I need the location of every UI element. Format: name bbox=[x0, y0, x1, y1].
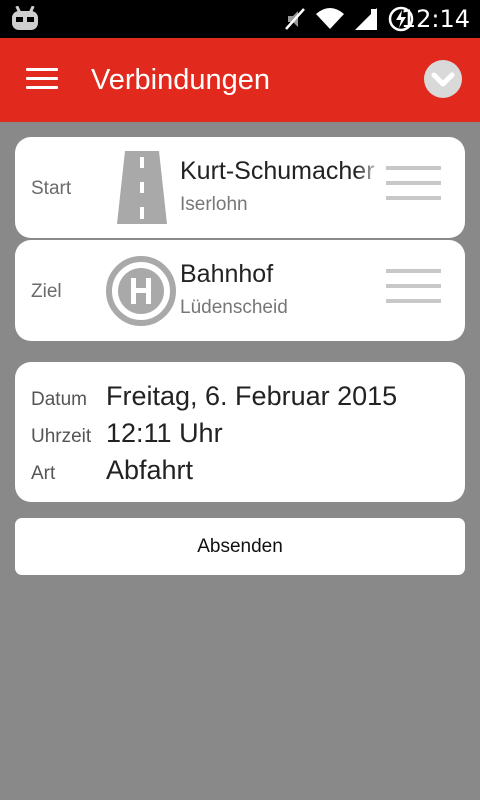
art-value[interactable]: Abfahrt bbox=[106, 455, 193, 486]
datum-value[interactable]: Freitag, 6. Februar 2015 bbox=[106, 381, 397, 412]
mute-icon bbox=[285, 8, 305, 30]
start-city: Iserlohn bbox=[180, 194, 248, 215]
road-icon bbox=[117, 151, 167, 224]
uhrzeit-label: Uhrzeit bbox=[31, 426, 92, 447]
status-bar: 12:14 bbox=[0, 0, 480, 38]
uhrzeit-value[interactable]: 12:11 Uhr bbox=[106, 418, 223, 449]
submit-button[interactable]: Absenden bbox=[15, 518, 465, 575]
drag-handle-icon[interactable] bbox=[386, 166, 441, 211]
start-station-name: Kurt-Schumacher bbox=[180, 157, 375, 185]
hamburger-menu-icon[interactable] bbox=[26, 68, 58, 92]
signal-icon bbox=[355, 8, 377, 30]
bus-stop-h-icon bbox=[106, 256, 176, 326]
ziel-label: Ziel bbox=[31, 281, 62, 302]
wifi-icon bbox=[316, 8, 344, 29]
ziel-city: Lüdenscheid bbox=[180, 297, 288, 318]
ziel-station-name: Bahnhof bbox=[180, 260, 274, 288]
android-robot-icon bbox=[12, 6, 38, 30]
page-title: Verbindungen bbox=[91, 64, 270, 96]
datum-label: Datum bbox=[31, 389, 87, 410]
app-bar: Verbindungen bbox=[0, 38, 480, 122]
art-label: Art bbox=[31, 463, 56, 484]
clock: 12:14 bbox=[400, 5, 470, 33]
ziel-card[interactable]: Ziel Bahnhof Lüdenscheid bbox=[15, 240, 465, 341]
chevron-down-circle-icon[interactable] bbox=[424, 60, 462, 98]
start-card[interactable]: Start Kurt-Schumacher Iserlohn bbox=[15, 137, 465, 238]
start-label: Start bbox=[31, 178, 72, 199]
details-card[interactable]: Datum Freitag, 6. Februar 2015 Uhrzeit 1… bbox=[15, 362, 465, 502]
drag-handle-icon[interactable] bbox=[386, 269, 441, 314]
